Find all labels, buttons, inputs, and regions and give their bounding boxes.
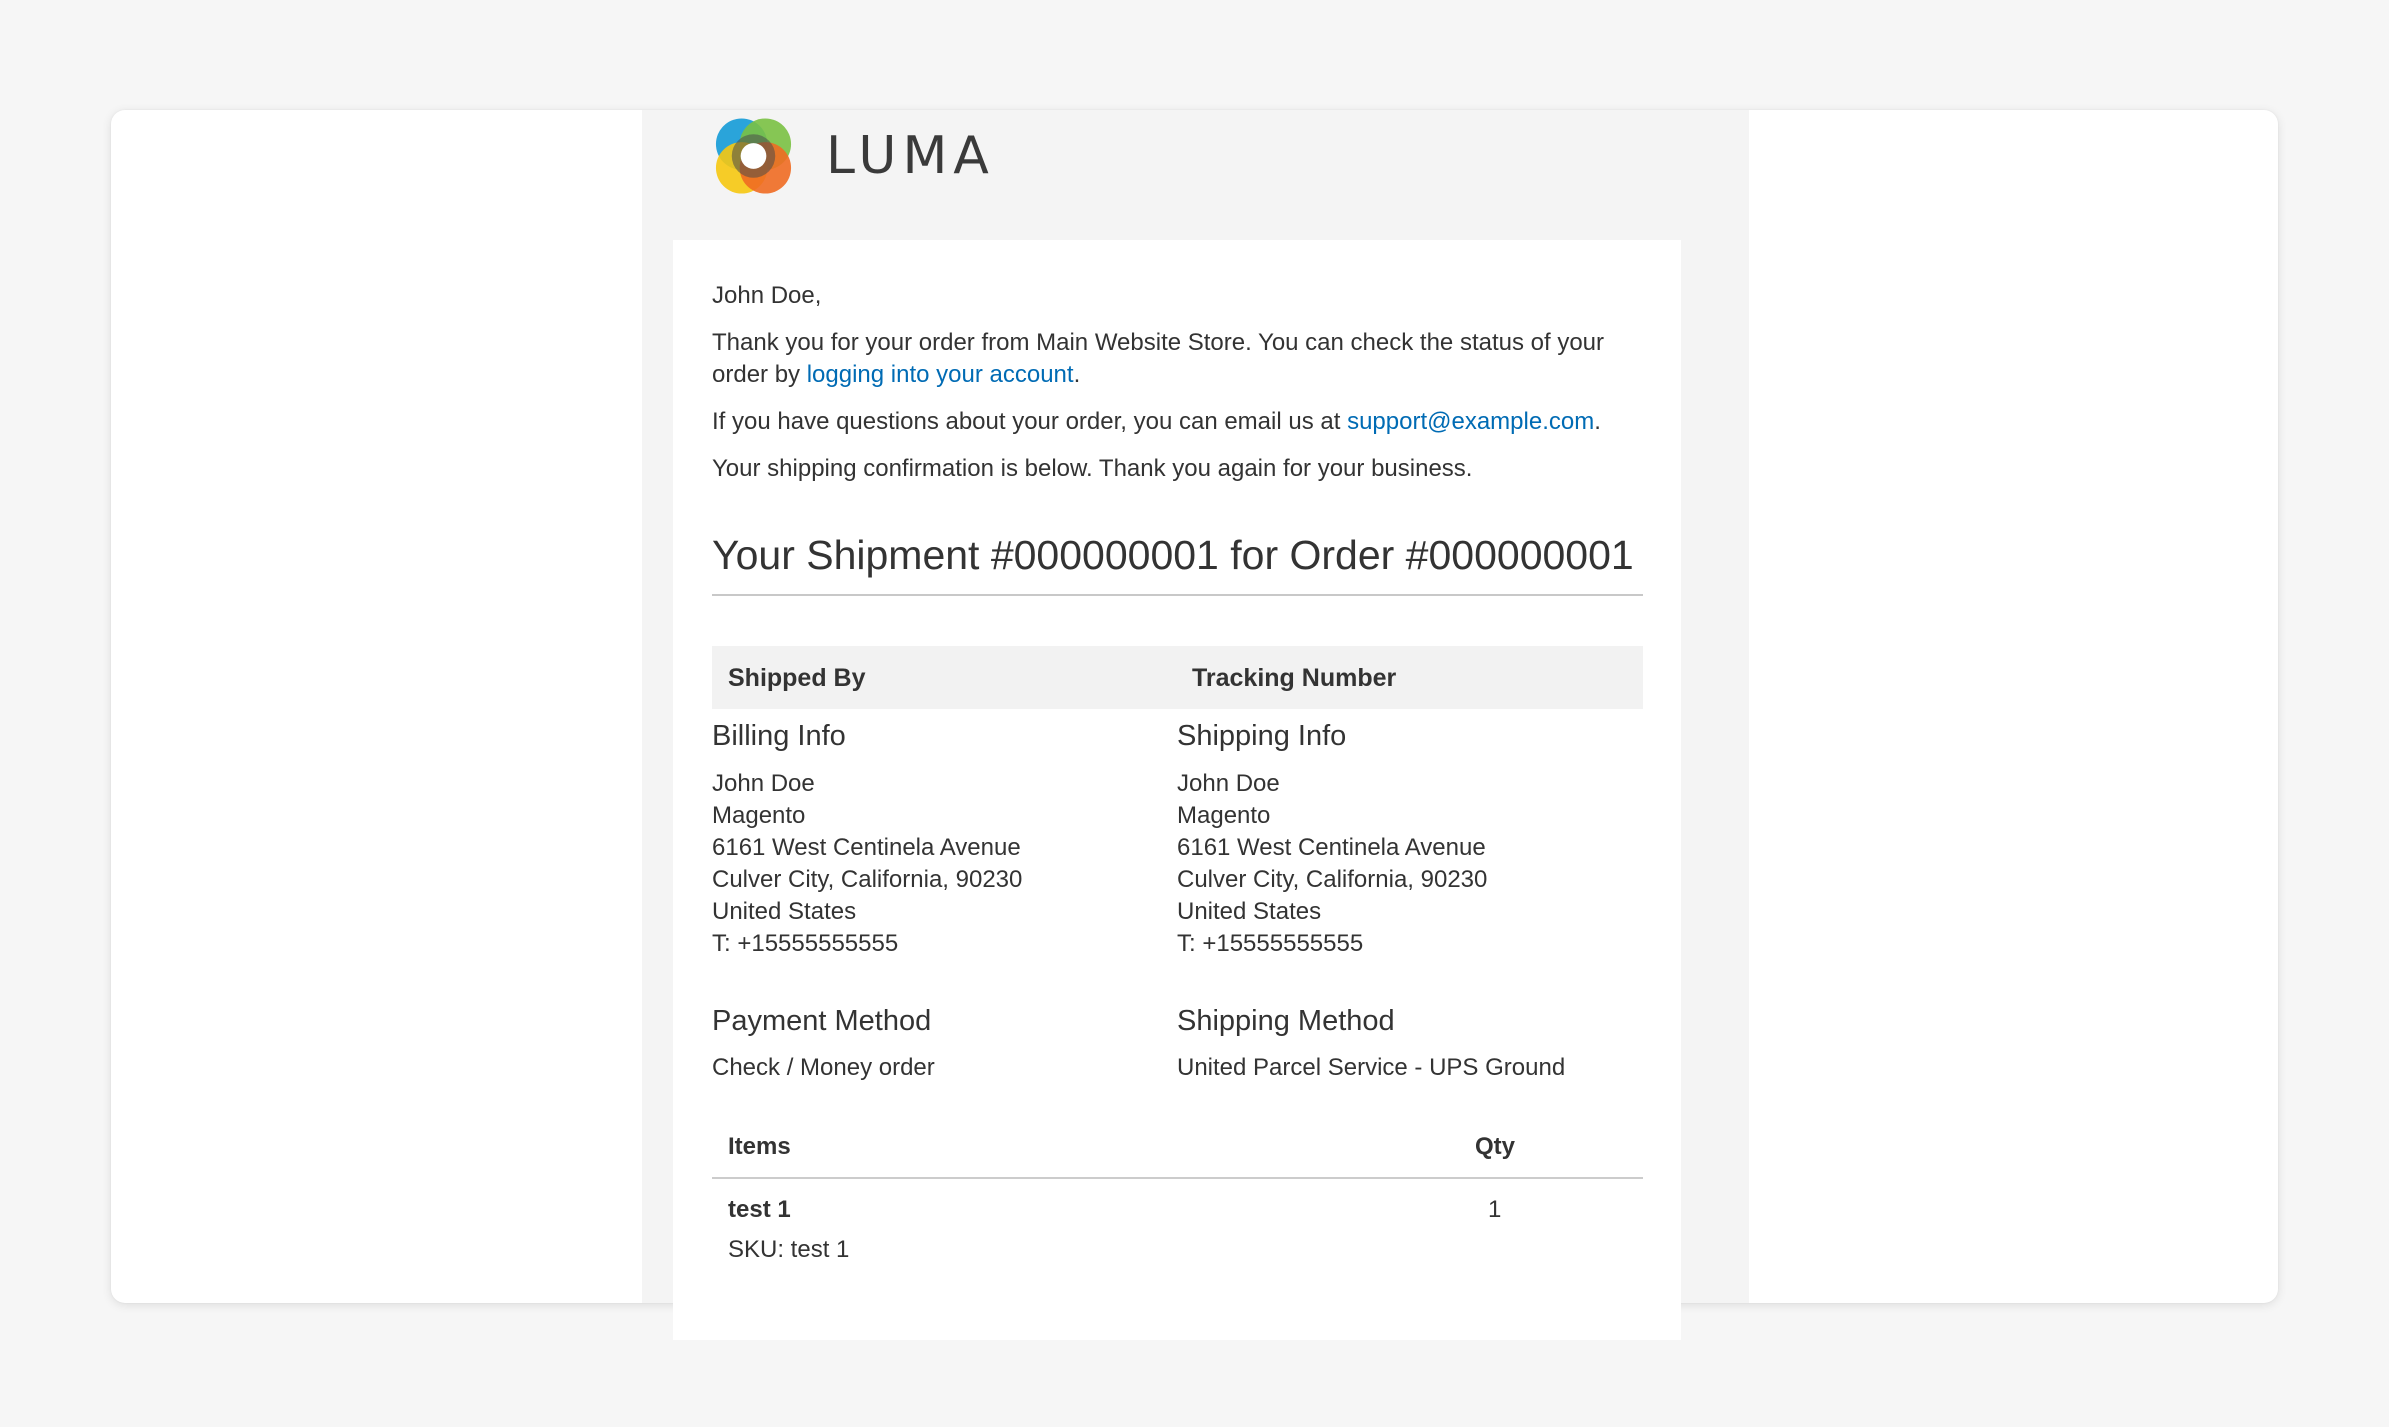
items-divider <box>712 1177 1643 1179</box>
shipping-method-value: United Parcel Service - UPS Ground <box>1177 1054 1566 1081</box>
shipping-line: T: +15555555555 <box>1177 930 1364 957</box>
billing-line: Culver City, California, 90230 <box>712 866 1023 893</box>
title-divider <box>712 594 1643 596</box>
qty-column-header: Qty <box>1475 1133 1516 1160</box>
tracking-number-header: Tracking Number <box>1192 664 1397 692</box>
luma-ring-logo-icon <box>715 118 792 194</box>
support-email-link[interactable]: support@example.com <box>1347 408 1594 435</box>
intro-line-2-suffix: . <box>1073 361 1081 388</box>
shipping-address: John Doe Magento 6161 West Centinela Ave… <box>1177 768 1487 960</box>
shipping-method-heading: Shipping Method <box>1177 1005 1395 1037</box>
billing-line: Magento <box>712 802 806 829</box>
item-name: test 1 <box>728 1196 791 1223</box>
billing-line: John Doe <box>712 770 815 797</box>
shipment-title: Your Shipment #000000001 for Order #0000… <box>712 532 1634 578</box>
intro-paragraph: Thank you for your order from Main Websi… <box>712 327 1604 391</box>
shipped-by-header: Shipped By <box>728 664 866 692</box>
shipment-tracking-header: Shipped By Tracking Number <box>712 646 1643 709</box>
intro-line-2-prefix: order by <box>712 361 807 388</box>
shipping-line: Magento <box>1177 802 1271 829</box>
luma-logo[interactable]: LUMA <box>712 114 995 198</box>
shipping-line: United States <box>1177 898 1322 925</box>
intro-line-1: Thank you for your order from Main Websi… <box>712 329 1605 356</box>
shipping-line: Culver City, California, 90230 <box>1177 866 1488 893</box>
item-sku: SKU: test 1 <box>728 1236 850 1263</box>
questions-suffix: . <box>1594 408 1601 435</box>
payment-method-value: Check / Money order <box>712 1054 935 1081</box>
confirmation-paragraph: Your shipping confirmation is below. Tha… <box>712 455 1473 482</box>
billing-line: T: +15555555555 <box>712 930 899 957</box>
shipping-line: 6161 West Centinela Avenue <box>1177 834 1486 861</box>
items-table-header: Items Qty <box>712 1127 1643 1179</box>
billing-line: United States <box>712 898 857 925</box>
account-login-link[interactable]: logging into your account <box>807 361 1074 388</box>
shipping-line: John Doe <box>1177 770 1280 797</box>
questions-prefix: If you have questions about your order, … <box>712 408 1348 435</box>
logo-wordmark: LUMA <box>826 126 995 186</box>
item-qty: 1 <box>1488 1196 1502 1223</box>
items-column-header: Items <box>728 1133 791 1160</box>
payment-method-heading: Payment Method <box>712 1005 932 1037</box>
billing-line: 6161 West Centinela Avenue <box>712 834 1021 861</box>
intro-line-2: order by logging into your account. <box>712 359 1604 391</box>
shipping-info-heading: Shipping Info <box>1177 720 1347 752</box>
billing-info-heading: Billing Info <box>712 720 846 752</box>
questions-paragraph: If you have questions about your order, … <box>712 406 1601 438</box>
greeting: John Doe, <box>712 282 822 309</box>
billing-address: John Doe Magento 6161 West Centinela Ave… <box>712 768 1022 960</box>
